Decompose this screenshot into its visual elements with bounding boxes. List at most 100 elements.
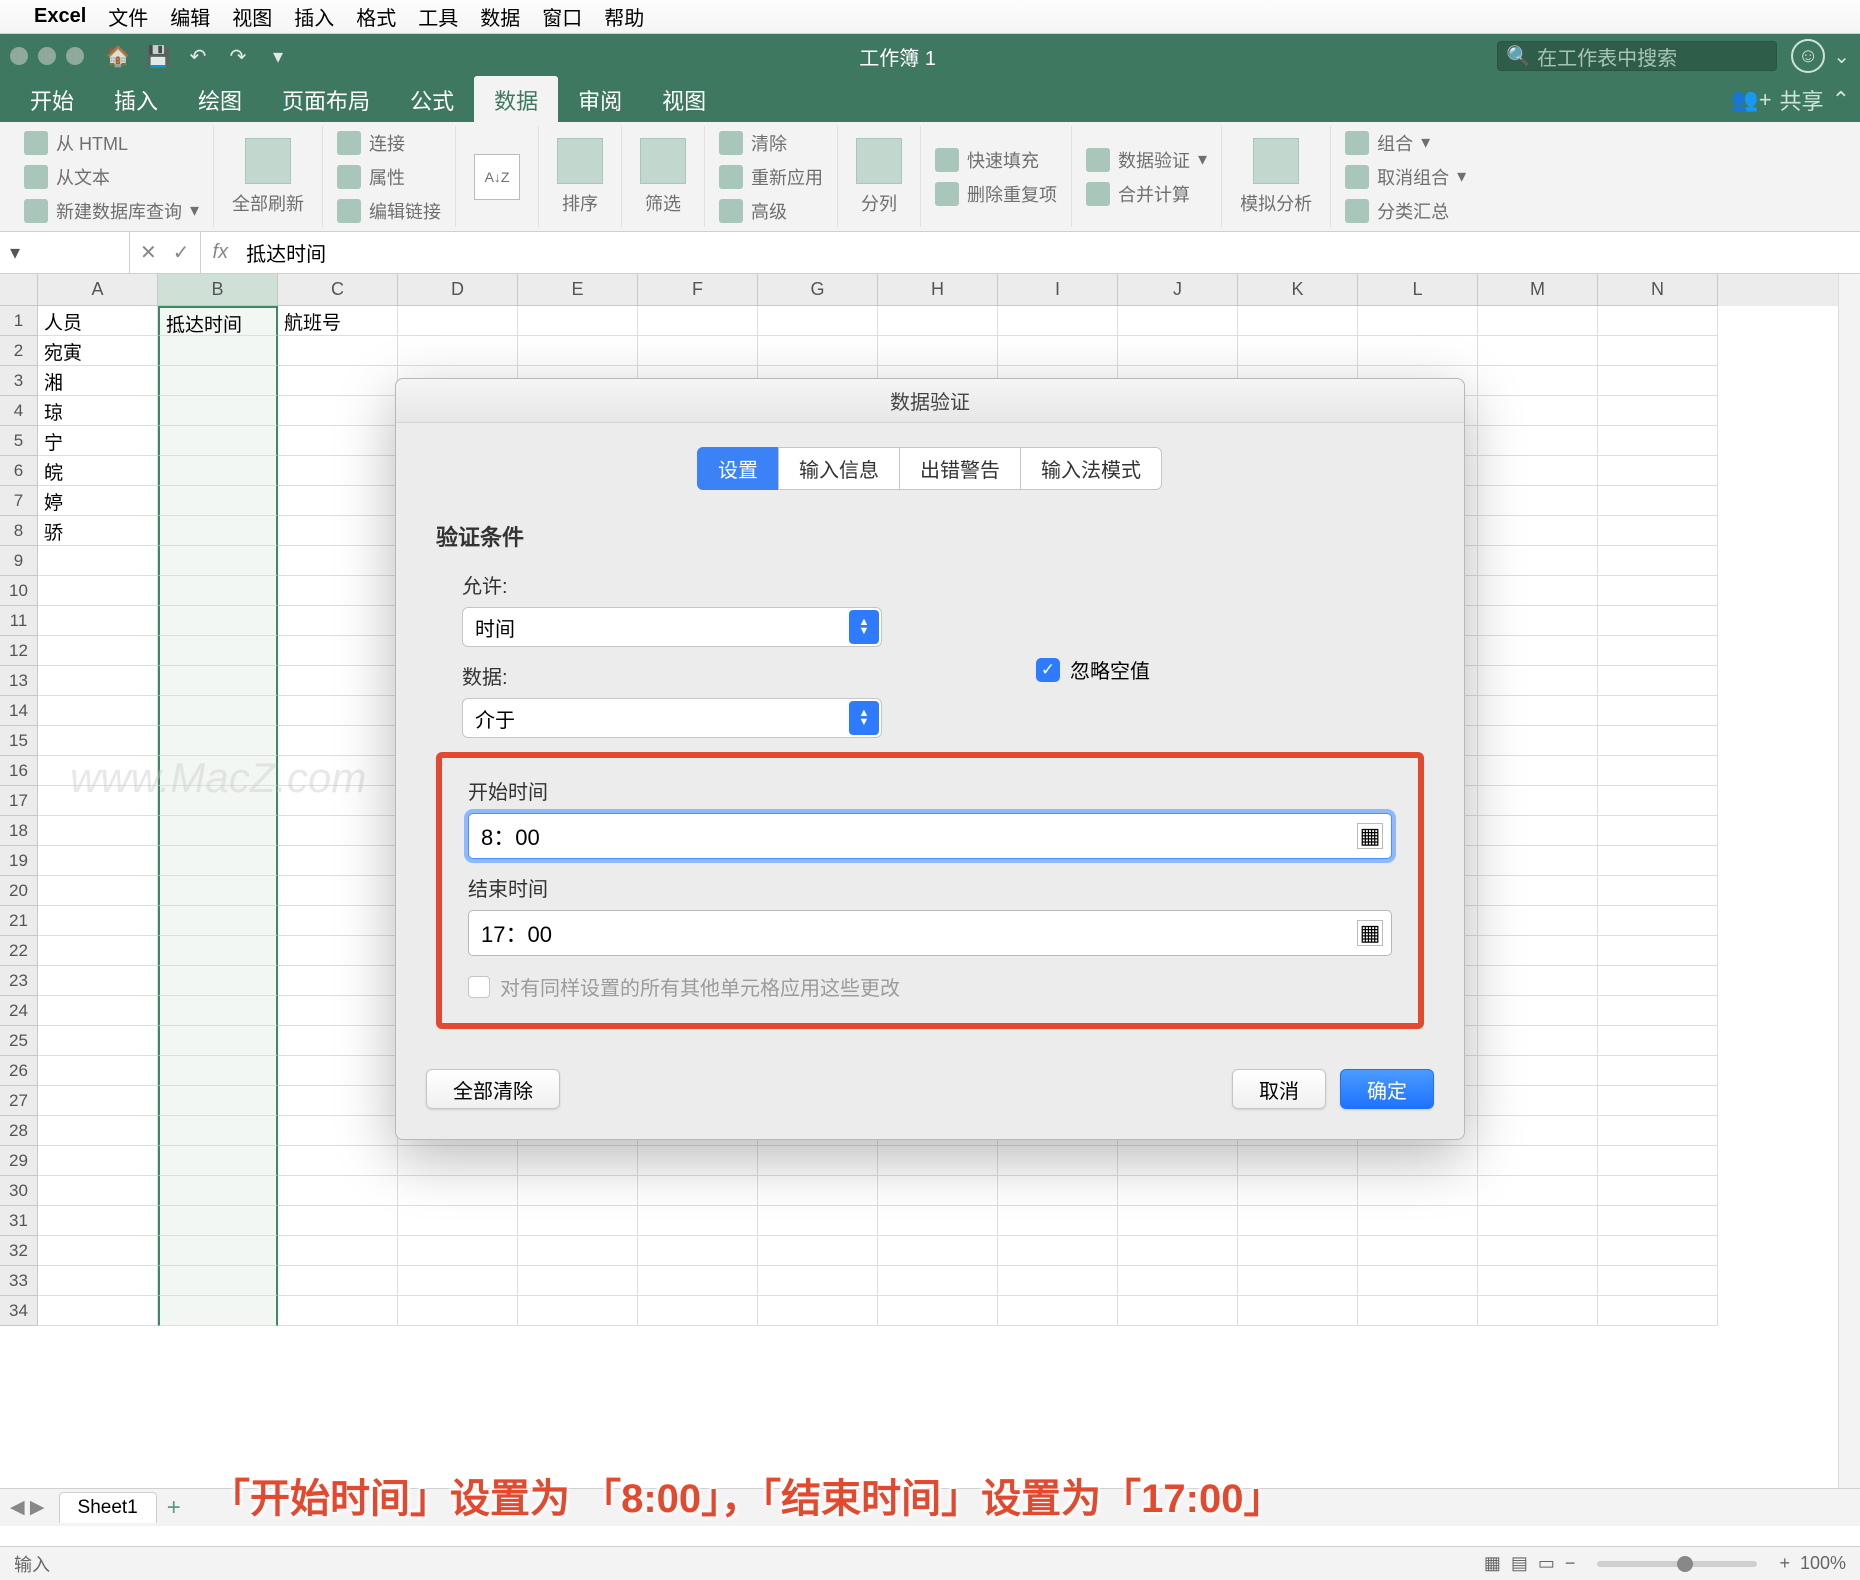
cell-N13[interactable] <box>1598 666 1718 696</box>
range-picker-icon[interactable]: ▦ <box>1357 823 1383 849</box>
cell-A26[interactable] <box>38 1056 158 1086</box>
cell-N3[interactable] <box>1598 366 1718 396</box>
cell-I2[interactable] <box>998 336 1118 366</box>
cell-E1[interactable] <box>518 306 638 336</box>
cell-N20[interactable] <box>1598 876 1718 906</box>
row-header[interactable]: 3 <box>0 366 38 396</box>
cell-C14[interactable] <box>278 696 398 726</box>
cell-D30[interactable] <box>398 1176 518 1206</box>
home-icon[interactable]: 🏠 <box>104 42 132 70</box>
clear-filter-button[interactable]: 清除 <box>719 128 823 158</box>
row-header[interactable]: 25 <box>0 1026 38 1056</box>
cell-H33[interactable] <box>878 1266 998 1296</box>
cell-C28[interactable] <box>278 1116 398 1146</box>
cell-B3[interactable] <box>158 366 278 396</box>
cell-A7[interactable]: 婷 <box>38 486 158 516</box>
cell-M11[interactable] <box>1478 606 1598 636</box>
collapse-icon[interactable]: ⌄ <box>1833 44 1850 69</box>
cell-H29[interactable] <box>878 1146 998 1176</box>
cell-A24[interactable] <box>38 996 158 1026</box>
menu-view[interactable]: 视图 <box>232 2 272 31</box>
cell-N23[interactable] <box>1598 966 1718 996</box>
cell-H1[interactable] <box>878 306 998 336</box>
cell-B11[interactable] <box>158 606 278 636</box>
cell-G29[interactable] <box>758 1146 878 1176</box>
cancel-button[interactable]: 取消 <box>1232 1069 1326 1109</box>
cell-F1[interactable] <box>638 306 758 336</box>
cell-A4[interactable]: 琼 <box>38 396 158 426</box>
cell-B29[interactable] <box>158 1146 278 1176</box>
cell-M22[interactable] <box>1478 936 1598 966</box>
dlg-tab-settings[interactable]: 设置 <box>697 447 779 490</box>
cell-A30[interactable] <box>38 1176 158 1206</box>
cell-N10[interactable] <box>1598 576 1718 606</box>
row-header[interactable]: 31 <box>0 1206 38 1236</box>
enter-formula-icon[interactable]: ✓ <box>173 240 190 265</box>
cell-M21[interactable] <box>1478 906 1598 936</box>
cell-M12[interactable] <box>1478 636 1598 666</box>
cell-N8[interactable] <box>1598 516 1718 546</box>
cell-D31[interactable] <box>398 1206 518 1236</box>
dlg-tab-input[interactable]: 输入信息 <box>778 447 900 490</box>
cell-B6[interactable] <box>158 456 278 486</box>
cell-J30[interactable] <box>1118 1176 1238 1206</box>
tab-home[interactable]: 开始 <box>10 76 94 124</box>
cell-M18[interactable] <box>1478 816 1598 846</box>
cell-N6[interactable] <box>1598 456 1718 486</box>
view-pagebreak-icon[interactable]: ▭ <box>1538 1553 1555 1574</box>
cell-C26[interactable] <box>278 1056 398 1086</box>
row-header[interactable]: 21 <box>0 906 38 936</box>
cell-J2[interactable] <box>1118 336 1238 366</box>
cell-N34[interactable] <box>1598 1296 1718 1326</box>
cell-A18[interactable] <box>38 816 158 846</box>
cell-A21[interactable] <box>38 906 158 936</box>
cell-C31[interactable] <box>278 1206 398 1236</box>
row-header[interactable]: 34 <box>0 1296 38 1326</box>
col-header-C[interactable]: C <box>278 274 398 306</box>
col-header-N[interactable]: N <box>1598 274 1718 306</box>
undo-icon[interactable]: ↶ <box>184 42 212 70</box>
cell-B12[interactable] <box>158 636 278 666</box>
properties-button[interactable]: 属性 <box>337 162 441 192</box>
cell-M31[interactable] <box>1478 1206 1598 1236</box>
cell-E29[interactable] <box>518 1146 638 1176</box>
col-header-A[interactable]: A <box>38 274 158 306</box>
cell-A32[interactable] <box>38 1236 158 1266</box>
ok-button[interactable]: 确定 <box>1340 1069 1434 1109</box>
cell-N30[interactable] <box>1598 1176 1718 1206</box>
cell-M4[interactable] <box>1478 396 1598 426</box>
tab-formulas[interactable]: 公式 <box>390 76 474 124</box>
cell-G33[interactable] <box>758 1266 878 1296</box>
cell-E31[interactable] <box>518 1206 638 1236</box>
cell-N29[interactable] <box>1598 1146 1718 1176</box>
cell-H32[interactable] <box>878 1236 998 1266</box>
cell-A13[interactable] <box>38 666 158 696</box>
sheet-nav[interactable]: ◀ ▶ <box>10 1496 45 1519</box>
dlg-tab-ime[interactable]: 输入法模式 <box>1020 447 1162 490</box>
cell-C21[interactable] <box>278 906 398 936</box>
advanced-filter-button[interactable]: 高级 <box>719 196 823 226</box>
row-header[interactable]: 23 <box>0 966 38 996</box>
from-text-button[interactable]: 从文本 <box>24 162 199 192</box>
cell-E32[interactable] <box>518 1236 638 1266</box>
cell-K1[interactable] <box>1238 306 1358 336</box>
menu-data[interactable]: 数据 <box>480 2 520 31</box>
cell-C8[interactable] <box>278 516 398 546</box>
cell-C23[interactable] <box>278 966 398 996</box>
row-header[interactable]: 9 <box>0 546 38 576</box>
row-header[interactable]: 28 <box>0 1116 38 1146</box>
cell-B22[interactable] <box>158 936 278 966</box>
cell-N1[interactable] <box>1598 306 1718 336</box>
zoom-out-button[interactable]: − <box>1565 1553 1576 1574</box>
cell-M10[interactable] <box>1478 576 1598 606</box>
cell-C17[interactable] <box>278 786 398 816</box>
cell-B4[interactable] <box>158 396 278 426</box>
cell-N21[interactable] <box>1598 906 1718 936</box>
row-header[interactable]: 29 <box>0 1146 38 1176</box>
cell-M1[interactable] <box>1478 306 1598 336</box>
zoom-value[interactable]: 100% <box>1800 1553 1846 1574</box>
row-header[interactable]: 15 <box>0 726 38 756</box>
cell-F31[interactable] <box>638 1206 758 1236</box>
row-header[interactable]: 1 <box>0 306 38 336</box>
cell-N22[interactable] <box>1598 936 1718 966</box>
